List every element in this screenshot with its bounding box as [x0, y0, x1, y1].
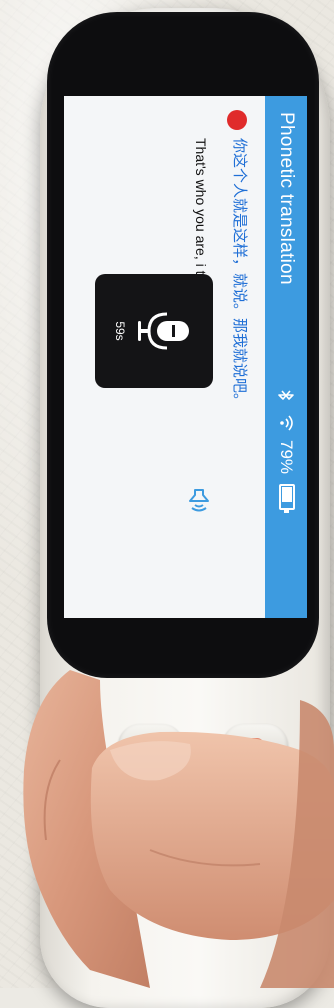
chinese-transcript: 你这个人就是这样，就说。那我就说吧。	[231, 138, 249, 409]
record-indicator[interactable]	[227, 110, 247, 130]
battery-fill	[282, 487, 292, 503]
recording-timer: 59s	[113, 321, 127, 341]
app-title: Phonetic translation	[276, 112, 297, 285]
status-bar: Phonetic translation 79%	[265, 96, 307, 618]
speaker-icon[interactable]	[187, 488, 211, 514]
battery-percentage: 79%	[277, 440, 296, 475]
device-screen: Phonetic translation 79% 你这个人就是这样，就说。那我就…	[64, 96, 307, 618]
bluetooth-icon	[278, 390, 294, 400]
battery-icon	[279, 484, 295, 510]
voice-recording-overlay: 59s	[95, 274, 213, 388]
holding-hand	[23, 670, 334, 988]
microphone-icon	[138, 312, 189, 350]
wifi-icon	[280, 415, 293, 431]
screen-content: Phonetic translation 79% 你这个人就是这样，就说。那我就…	[64, 96, 307, 618]
